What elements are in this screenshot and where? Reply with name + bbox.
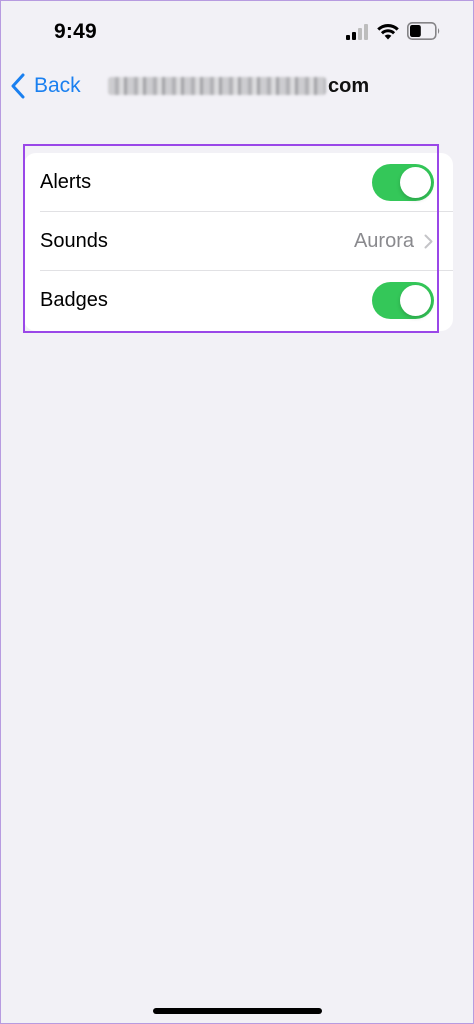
settings-row-alerts: Alerts xyxy=(24,153,453,212)
sounds-value-link[interactable]: Aurora xyxy=(354,230,433,253)
alerts-label: Alerts xyxy=(40,171,92,193)
status-time: 9:49 xyxy=(54,20,97,43)
redacted-email xyxy=(108,77,326,95)
cellular-signal-icon xyxy=(346,24,370,40)
sounds-value: Aurora xyxy=(353,230,414,252)
settings-row-badges: Badges xyxy=(24,271,453,330)
alerts-toggle[interactable] xyxy=(372,164,434,201)
settings-row-sounds[interactable]: Sounds Aurora xyxy=(24,212,453,271)
badges-toggle[interactable] xyxy=(372,282,434,319)
chevron-left-icon xyxy=(11,73,25,99)
badges-label: Badges xyxy=(40,289,108,311)
wifi-icon xyxy=(377,24,399,40)
back-label: Back xyxy=(34,74,81,97)
home-indicator[interactable] xyxy=(153,1008,322,1014)
chevron-right-icon xyxy=(424,234,433,249)
back-button[interactable]: Back xyxy=(10,70,81,102)
page-title-suffix: com xyxy=(328,74,370,97)
sounds-label: Sounds xyxy=(40,230,108,252)
status-bar: 9:49 xyxy=(0,0,474,64)
toggle-knob xyxy=(400,285,431,316)
navigation-bar: Back com xyxy=(0,64,474,108)
battery-icon xyxy=(407,22,440,40)
toggle-knob xyxy=(400,167,431,198)
notification-settings-group: Alerts Sounds Aurora Badges xyxy=(24,153,453,331)
page-title: com xyxy=(108,72,369,100)
